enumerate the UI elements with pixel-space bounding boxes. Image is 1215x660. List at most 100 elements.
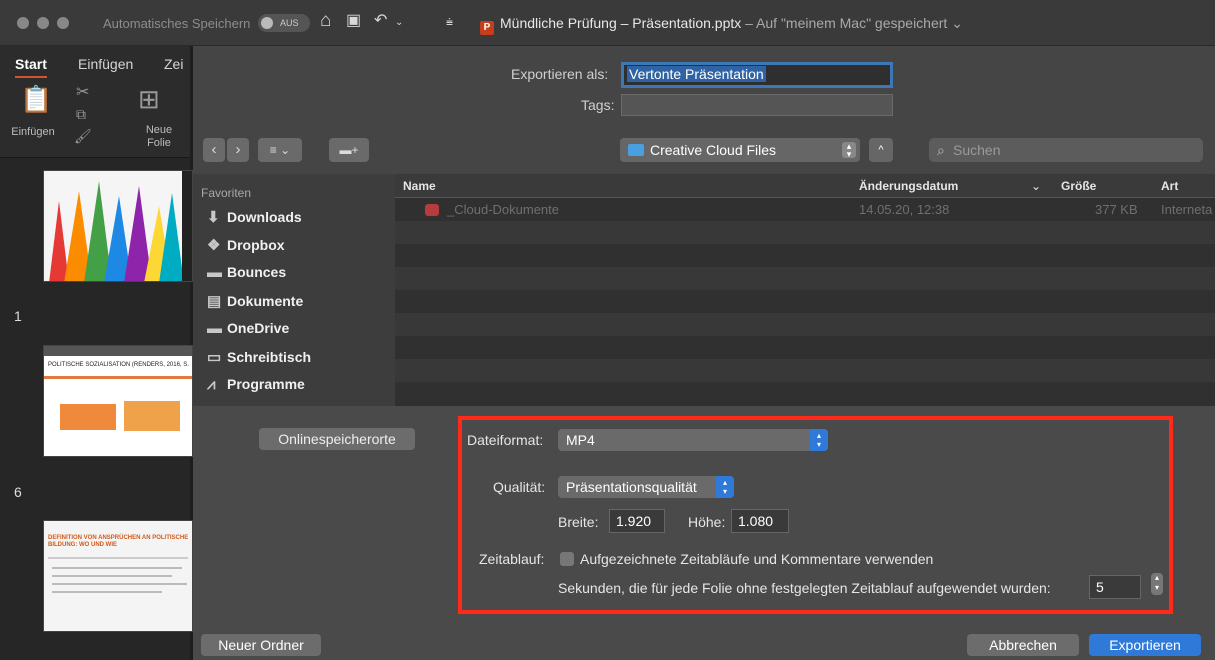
format-painter-icon[interactable]: 🖌 [74,128,92,145]
tab-insert[interactable]: Einfügen [78,56,133,72]
new-slide-icon[interactable]: ⊞ [138,84,160,115]
slide-2-header-bar [44,346,192,356]
undo-dropdown-icon[interactable]: ⌄ [395,12,403,34]
applications-icon: ⩘ [207,376,216,393]
finder-sidebar: Favoriten ⬇ Downloads ❖ Dropbox ▬ Bounces ▤… [193,174,395,406]
search-icon: ⌕ [937,142,945,158]
seconds-stepper[interactable]: ▴ ▾ [1151,573,1163,595]
paste-icon[interactable]: 📋 [20,84,52,115]
slide-3-line [52,583,187,585]
sidebar-item-dropbox[interactable]: ❖ Dropbox [207,236,285,254]
tab-draw[interactable]: Zei [164,56,183,72]
seconds-input[interactable]: 5 [1089,575,1141,599]
slide-3-line [52,575,172,577]
column-name[interactable]: Name [403,179,436,193]
file-name-text: _Cloud-Dokumente [447,202,560,217]
slide-thumbnail-pane: 1 POLITISCHE SOZIALISATION (RENDERS, 201… [0,158,193,660]
tags-label: Tags: [581,97,615,113]
sidebar-item-label: Dropbox [227,237,285,253]
sidebar-item-schreibtisch[interactable]: ▭ Schreibtisch [207,348,311,366]
chevron-down-icon[interactable]: ⌄ [951,15,963,31]
slide-thumbnail-3[interactable]: DEFINITION VON ANSPRÜCHEN AN POLITISCHE … [43,520,193,632]
cancel-button[interactable]: Abbrechen [967,634,1079,656]
column-date[interactable]: Änderungsdatum [859,179,958,193]
slide-1-image [44,171,192,281]
column-kind[interactable]: Art [1161,179,1178,193]
document-title: P Mündliche Prüfung – Präsentation.pptx –… [480,15,963,35]
location-value: Creative Cloud Files [650,142,777,158]
export-button[interactable]: Exportieren [1089,634,1201,656]
slide-number: 6 [14,484,22,500]
width-label: Breite: [558,514,599,530]
tags-input[interactable] [621,94,893,116]
file-row[interactable]: _Cloud-Dokumente 14.05.20, 12:38 377 KB … [395,198,1215,221]
sidebar-item-bounces[interactable]: ▬ Bounces [207,264,286,281]
slide-thumbnail-1[interactable] [43,170,193,282]
new-folder-button[interactable]: Neuer Ordner [201,634,321,656]
chevron-down-icon[interactable]: ⌄ [1031,179,1041,193]
ribbon: Start Einfügen Zei 📋 ✂ ⧉ 🖌 ⊞ Einfügen Ne… [0,46,190,158]
online-locations-button[interactable]: Onlinespeicherorte [259,428,415,450]
slide-3-line [52,567,182,569]
quality-value: Präsentationsqualität [566,479,697,495]
timing-checkbox[interactable] [560,552,574,566]
tab-start[interactable]: Start [15,56,47,78]
slide-number: 1 [14,308,22,324]
search-placeholder: Suchen [953,142,1001,158]
export-as-label: Exportieren als: [511,66,609,82]
column-size[interactable]: Größe [1061,179,1096,193]
forward-button[interactable]: › [227,138,249,162]
empty-row [395,382,1215,405]
cut-icon[interactable]: ✂ [76,82,89,102]
sidebar-item-label: Downloads [227,209,302,225]
new-folder-icon-button[interactable]: ▬+ [329,138,369,162]
width-input[interactable]: 1.920 [609,509,665,533]
sidebar-item-onedrive[interactable]: ▬ OneDrive [207,320,289,337]
view-options-button[interactable]: ≡ ⌄ [258,138,302,162]
copy-icon[interactable]: ⧉ [76,106,86,123]
window-close-button[interactable] [17,17,29,29]
file-name: _Cloud-Dokumente [425,202,559,217]
empty-row [395,244,1215,267]
paste-label: Einfügen [11,126,55,138]
window-minimize-button[interactable] [37,17,49,29]
file-list: Name Änderungsdatum ⌄ Größe Art _Cloud-D… [395,174,1215,406]
sidebar-item-label: Bounces [227,264,287,280]
chevron-updown-icon: ▴ ▾ [810,429,828,451]
creative-cloud-icon [425,204,439,216]
file-date: 14.05.20, 12:38 [859,202,950,217]
window-zoom-button[interactable] [57,17,69,29]
customize-toolbar-icon[interactable]: ⩧ [446,11,453,33]
document-name: Mündliche Prüfung – Präsentation.pptx [500,15,742,31]
sidebar-item-downloads[interactable]: ⬇ Downloads [207,208,302,226]
folder-icon: ▬ [207,320,222,337]
empty-row [395,313,1215,336]
sidebar-item-programme[interactable]: ⩘ Programme [207,376,305,393]
file-list-header: Name Änderungsdatum ⌄ Größe Art [395,174,1215,198]
dialog-footer: Neuer Ordner Abbrechen Exportieren [193,620,1215,660]
undo-icon[interactable]: ↶ [374,10,387,32]
location-select[interactable]: Creative Cloud Files ▴ ▾ [620,138,860,162]
sidebar-item-dokumente[interactable]: ▤ Dokumente [207,292,303,310]
file-kind: Interneta [1161,202,1213,217]
slide-2-box-right [124,401,180,431]
export-dialog: Exportieren als: Vertonte Präsentation T… [193,46,1215,660]
sidebar-item-label: Dokumente [227,293,304,309]
expand-collapse-button[interactable]: ^ [869,138,893,162]
desktop-icon: ▭ [207,349,222,366]
autosave-toggle[interactable]: AUS [258,14,310,32]
export-options-panel: Onlinespeicherorte Dateiformat: MP4 ▴ ▾ Q… [193,406,1215,620]
search-input[interactable]: ⌕ Suchen [929,138,1203,162]
back-button[interactable]: ‹ [203,138,225,162]
quality-select[interactable]: Präsentationsqualität ▴ ▾ [558,476,734,498]
save-icon[interactable]: ▣ [346,10,361,32]
slide-3-line [48,557,188,559]
empty-row [395,336,1215,359]
autosave-label: Automatisches Speichern [103,16,251,31]
slide-thumbnail-2[interactable]: POLITISCHE SOZIALISATION (RENDERS, 2016,… [43,345,193,457]
slide-3-line [52,591,162,593]
export-as-input[interactable]: Vertonte Präsentation [621,62,893,88]
format-select[interactable]: MP4 ▴ ▾ [558,429,828,451]
home-icon[interactable]: ⌂ [320,10,331,32]
height-input[interactable]: 1.080 [731,509,789,533]
